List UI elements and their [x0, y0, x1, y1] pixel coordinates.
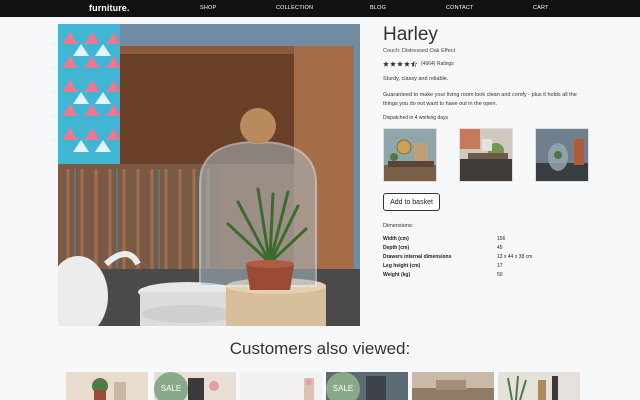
- star-icon: [404, 61, 410, 67]
- sale-badge: SALE: [154, 372, 188, 400]
- nav-link-cart[interactable]: CART: [533, 5, 549, 11]
- dimension-row: Leg height (cm) 17: [383, 263, 577, 272]
- product-subtitle: Couch: Distressed Oak Effect: [383, 48, 456, 54]
- product-thumbnail-1[interactable]: [383, 128, 437, 182]
- dimension-value: 13 x 44 x 38 cm: [497, 254, 533, 260]
- dimension-label: Depth (cm): [383, 245, 410, 251]
- product-description: Guaranteed to make your living room look…: [383, 92, 577, 107]
- dimension-value: 17: [497, 263, 503, 269]
- related-product-card[interactable]: SALE: [154, 372, 236, 400]
- nav-link-collection[interactable]: COLLECTION: [276, 5, 313, 11]
- dimensions-heading: Dimensions:: [383, 223, 414, 229]
- related-product-card[interactable]: SALE: [326, 372, 408, 400]
- product-thumbnail-3[interactable]: [535, 128, 589, 182]
- dimension-row: Drawers internal dimensions 13 x 44 x 38…: [383, 254, 577, 263]
- related-product-card[interactable]: [66, 372, 148, 400]
- dimension-label: Weight (kg): [383, 272, 411, 278]
- dimension-label: Drawers internal dimensions: [383, 254, 452, 260]
- dimension-row: Width (cm) 156: [383, 236, 577, 245]
- rating-stars: [383, 61, 417, 67]
- add-to-basket-button[interactable]: Add to basket: [383, 193, 440, 211]
- dimension-value: 156: [497, 236, 506, 242]
- nav-link-blog[interactable]: BLOG: [370, 5, 386, 11]
- product-main-image: [58, 24, 360, 326]
- dimension-value: 45: [497, 245, 503, 251]
- dimension-label: Leg height (cm): [383, 263, 421, 269]
- related-product-card[interactable]: [498, 372, 580, 400]
- product-tagline: Sturdy, classy and reliable.: [383, 76, 449, 82]
- dimensions-table: Width (cm) 156 Depth (cm) 45 Drawers int…: [383, 236, 577, 281]
- star-icon: [383, 61, 389, 67]
- nav-link-shop[interactable]: SHOP: [200, 5, 216, 11]
- product-thumbnail-2[interactable]: [459, 128, 513, 182]
- dimension-value: 50: [497, 272, 503, 278]
- also-viewed-heading: Customers also viewed:: [229, 339, 411, 358]
- brand-logo[interactable]: furniture.: [89, 3, 130, 13]
- product-rating[interactable]: (4664) Ratings: [383, 61, 454, 67]
- rating-count: (4664) Ratings: [421, 61, 454, 67]
- related-product-card[interactable]: [240, 372, 322, 400]
- dimension-row: Weight (kg) 50: [383, 272, 577, 281]
- nav-link-contact[interactable]: CONTACT: [446, 5, 474, 11]
- product-title: Harley: [383, 24, 438, 45]
- related-product-card[interactable]: [412, 372, 494, 400]
- top-navbar: furniture. SHOP COLLECTION BLOG CONTACT …: [0, 0, 640, 17]
- sale-badge: SALE: [326, 372, 360, 400]
- dispatch-info: Dispatched in 4 working days: [383, 115, 449, 121]
- dimension-label: Width (cm): [383, 236, 409, 242]
- star-icon: [390, 61, 396, 67]
- star-icon: [397, 61, 403, 67]
- half-star-icon: [411, 61, 417, 67]
- dimension-row: Depth (cm) 45: [383, 245, 577, 254]
